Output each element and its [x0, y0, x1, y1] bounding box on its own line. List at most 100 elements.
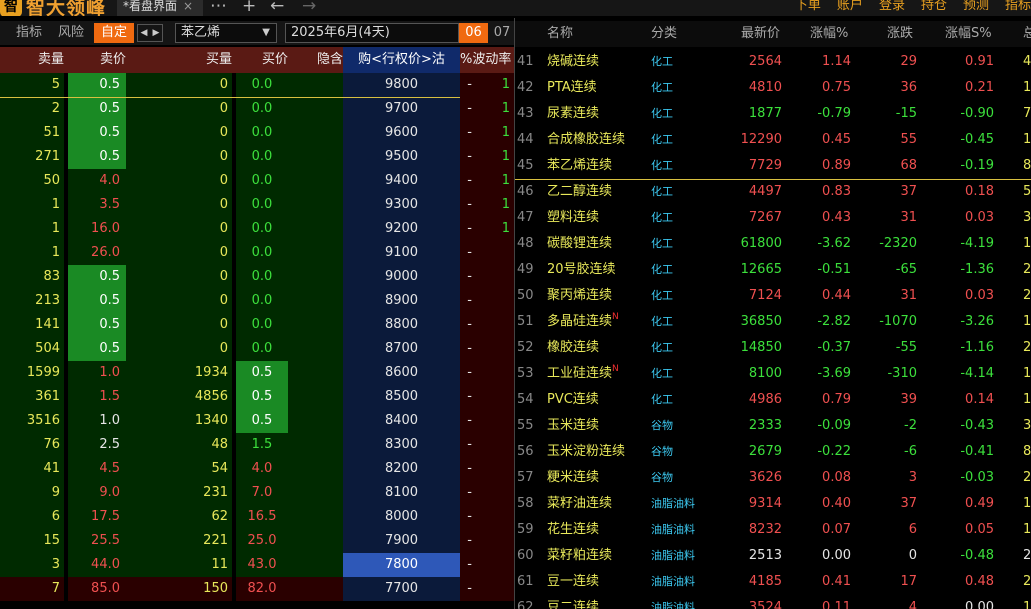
- strike-price[interactable]: 8100: [343, 481, 460, 505]
- sell-price[interactable]: 0.5: [68, 265, 126, 289]
- volatility-extra[interactable]: [494, 433, 514, 457]
- chain-row[interactable]: 1 26.0 0 0.0 9100-: [0, 241, 514, 265]
- buy-price[interactable]: 4.0: [236, 457, 288, 481]
- quote-row[interactable]: 62 豆二连续 油脂油料 3524 0.11 4 0.00 1: [515, 595, 1031, 609]
- strike-price[interactable]: 9100: [343, 241, 460, 265]
- quote-row[interactable]: 61 豆一连续 油脂油料 4185 0.41 17 0.48 2: [515, 569, 1031, 595]
- strike-price[interactable]: 8700: [343, 337, 460, 361]
- sell-price[interactable]: 85.0: [68, 577, 126, 601]
- volatility-extra[interactable]: [494, 505, 514, 529]
- strike-price[interactable]: 8200: [343, 457, 460, 481]
- document-tab[interactable]: *看盘界面 ×: [117, 0, 203, 16]
- buy-price[interactable]: 43.0: [236, 553, 288, 577]
- sell-price[interactable]: 26.0: [68, 241, 126, 265]
- header-name[interactable]: 名称: [547, 21, 573, 47]
- more-icon[interactable]: ⋯: [210, 0, 227, 16]
- sell-volume[interactable]: 1: [0, 217, 64, 241]
- strike-price[interactable]: 9300: [343, 193, 460, 217]
- quote-row[interactable]: 56 玉米淀粉连续 谷物 2679 -0.22 -6 -0.41 8: [515, 439, 1031, 465]
- header-category[interactable]: 分类: [651, 21, 677, 47]
- chain-row[interactable]: 5 0.5 0 0.0 9800-1: [0, 73, 514, 97]
- strike-price[interactable]: 9800: [343, 73, 460, 97]
- implied-cell[interactable]: [288, 385, 343, 409]
- volatility-extra[interactable]: 1: [494, 121, 514, 145]
- chain-row[interactable]: 1 16.0 0 0.0 9200-1: [0, 217, 514, 241]
- strike-price[interactable]: 8800: [343, 313, 460, 337]
- volatility-extra[interactable]: [494, 577, 514, 601]
- expiry-select[interactable]: 2025年6月(4天): [285, 23, 459, 43]
- menu-indicators[interactable]: 指标: [1005, 0, 1031, 16]
- sell-price[interactable]: 0.5: [68, 337, 126, 361]
- buy-price[interactable]: 0.0: [236, 121, 288, 145]
- chain-row[interactable]: 213 0.5 0 0.0 8900-: [0, 289, 514, 313]
- implied-cell[interactable]: [288, 409, 343, 433]
- quote-row[interactable]: 47 塑料连续 化工 7267 0.43 31 0.03 3: [515, 205, 1031, 231]
- implied-cell[interactable]: [288, 577, 343, 601]
- menu-account[interactable]: 账户: [837, 0, 863, 16]
- strike-price[interactable]: 9700: [343, 97, 460, 121]
- implied-cell[interactable]: [288, 217, 343, 241]
- sell-price[interactable]: 1.0: [68, 409, 126, 433]
- implied-cell[interactable]: [288, 505, 343, 529]
- buy-volume[interactable]: 0: [126, 169, 232, 193]
- buy-volume[interactable]: 0: [126, 313, 232, 337]
- buy-price[interactable]: 0.5: [236, 385, 288, 409]
- chain-row[interactable]: 504 0.5 0 0.0 8700-: [0, 337, 514, 361]
- strike-price[interactable]: 9400: [343, 169, 460, 193]
- volatility-extra[interactable]: [494, 409, 514, 433]
- chain-row[interactable]: 6 17.5 62 16.5 8000-: [0, 505, 514, 529]
- chain-row[interactable]: 3516 1.0 1340 0.5 8400-: [0, 409, 514, 433]
- sell-price[interactable]: 0.5: [68, 121, 126, 145]
- header-implied[interactable]: 隐含: [288, 47, 343, 73]
- volatility-cell[interactable]: -: [460, 289, 494, 313]
- implied-cell[interactable]: [288, 193, 343, 217]
- sell-volume[interactable]: 83: [0, 265, 64, 289]
- sell-price[interactable]: 4.0: [68, 169, 126, 193]
- quote-row[interactable]: 43 尿素连续 化工 1877 -0.79 -15 -0.90 7: [515, 101, 1031, 127]
- header-change[interactable]: 涨跌: [887, 21, 913, 47]
- sell-volume[interactable]: 213: [0, 289, 64, 313]
- header-last-price[interactable]: 最新价: [741, 21, 780, 47]
- sell-volume[interactable]: 1: [0, 193, 64, 217]
- strike-price[interactable]: 8500: [343, 385, 460, 409]
- buy-volume[interactable]: 0: [126, 73, 232, 97]
- volatility-extra[interactable]: 1: [494, 145, 514, 169]
- chain-row[interactable]: 1599 1.0 1934 0.5 8600-: [0, 361, 514, 385]
- implied-cell[interactable]: [288, 73, 343, 97]
- buy-price[interactable]: 82.0: [236, 577, 288, 601]
- sell-volume[interactable]: 504: [0, 337, 64, 361]
- menu-forecast[interactable]: 预测: [963, 0, 989, 16]
- volatility-cell[interactable]: -: [460, 481, 494, 505]
- strike-price[interactable]: 8900: [343, 289, 460, 313]
- buy-volume[interactable]: 0: [126, 337, 232, 361]
- buy-price[interactable]: 25.0: [236, 529, 288, 553]
- strike-price[interactable]: 9600: [343, 121, 460, 145]
- underlying-select[interactable]: 苯乙烯 ▼: [175, 23, 277, 43]
- buy-volume[interactable]: 0: [126, 217, 232, 241]
- buy-volume[interactable]: 48: [126, 433, 232, 457]
- chain-row[interactable]: 7 85.0 150 82.0 7700-: [0, 577, 514, 601]
- sell-price[interactable]: 44.0: [68, 553, 126, 577]
- quote-row[interactable]: 45 苯乙烯连续 化工 7729 0.89 68 -0.19 8: [515, 153, 1031, 179]
- implied-cell[interactable]: [288, 265, 343, 289]
- volatility-extra[interactable]: [494, 337, 514, 361]
- strike-price[interactable]: 8600: [343, 361, 460, 385]
- header-total[interactable]: 总: [1023, 21, 1031, 47]
- chain-row[interactable]: 15 25.5 221 25.0 7900-: [0, 529, 514, 553]
- chain-row[interactable]: 83 0.5 0 0.0 9000-: [0, 265, 514, 289]
- sell-price[interactable]: 0.5: [68, 313, 126, 337]
- chain-row[interactable]: 1 3.5 0 0.0 9300-1: [0, 193, 514, 217]
- quote-row[interactable]: 48 碳酸锂连续 化工 61800 -3.62 -2320 -4.19 19: [515, 231, 1031, 257]
- volatility-extra[interactable]: 1: [494, 169, 514, 193]
- quote-row[interactable]: 55 玉米连续 谷物 2333 -0.09 -2 -0.43 3: [515, 413, 1031, 439]
- buy-volume[interactable]: 231: [126, 481, 232, 505]
- sell-volume[interactable]: 2: [0, 97, 64, 121]
- chain-row[interactable]: 76 2.5 48 1.5 8300-: [0, 433, 514, 457]
- quote-row[interactable]: 46 乙二醇连续 化工 4497 0.83 37 0.18 5: [515, 179, 1031, 205]
- month-tab-07[interactable]: 07: [490, 23, 514, 43]
- volatility-cell[interactable]: -: [460, 73, 494, 97]
- header-change-s-pct[interactable]: 涨幅S%: [945, 21, 992, 47]
- header-buy-price[interactable]: 买价: [232, 47, 288, 73]
- volatility-cell[interactable]: -: [460, 241, 494, 265]
- implied-cell[interactable]: [288, 145, 343, 169]
